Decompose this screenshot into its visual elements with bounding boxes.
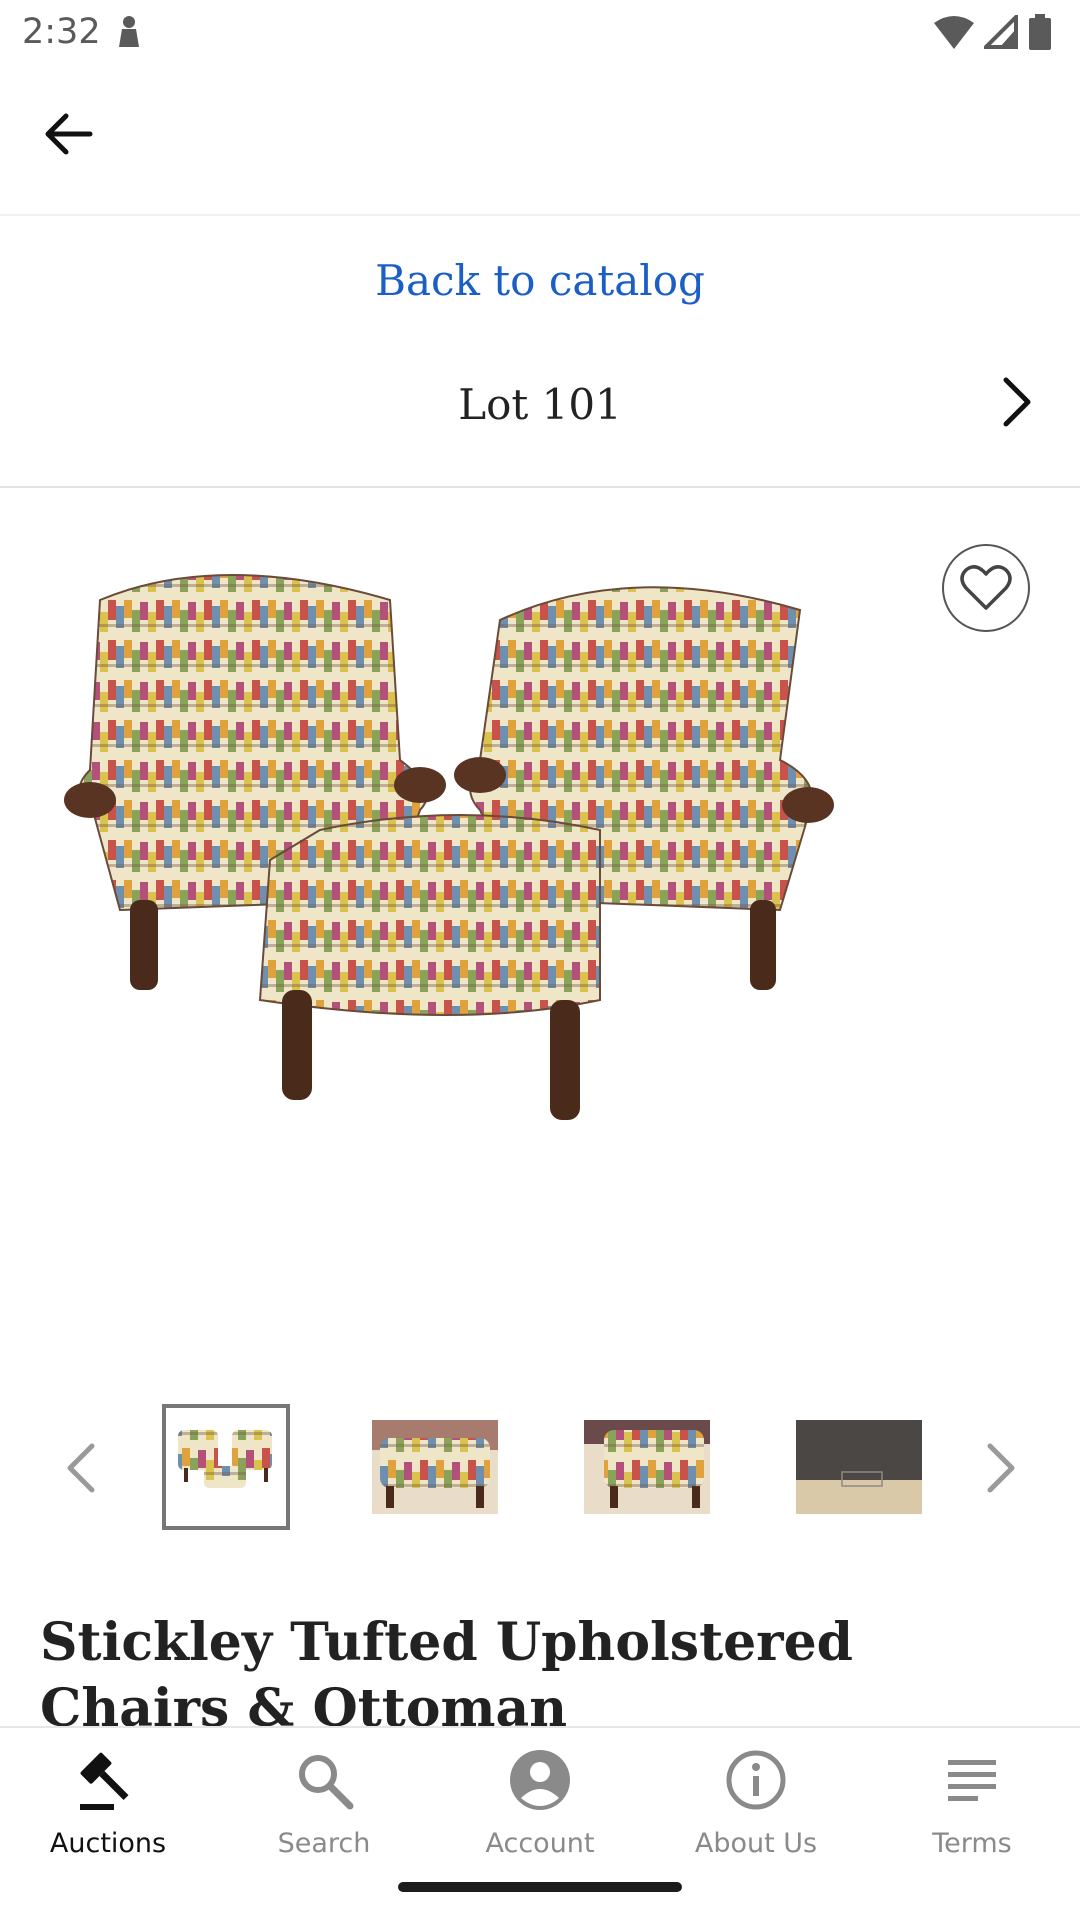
status-right <box>934 14 1052 50</box>
status-left: 2:32 <box>22 12 141 52</box>
info-icon <box>726 1750 786 1810</box>
lot-navigation: Lot 101 <box>0 372 1080 452</box>
status-time: 2:32 <box>22 12 101 52</box>
battery-icon <box>1029 14 1051 50</box>
lot-title: Lot 101 <box>458 380 622 429</box>
nav-account[interactable]: Account <box>432 1748 648 1878</box>
status-bar: 2:32 <box>0 0 1080 64</box>
search-icon <box>299 1755 354 1810</box>
app-bar <box>0 64 1080 214</box>
nav-terms-label: Terms <box>932 1828 1012 1859</box>
favorite-button[interactable] <box>942 544 1030 632</box>
thumbnail-4[interactable] <box>796 1420 922 1514</box>
nav-account-label: Account <box>485 1828 595 1859</box>
cell-signal-icon <box>984 15 1018 49</box>
ottoman <box>258 814 601 1120</box>
thumbnail-2-image <box>372 1420 498 1514</box>
nav-about-us[interactable]: About Us <box>648 1748 864 1878</box>
lot-main-image[interactable] <box>60 560 1020 1340</box>
nav-about-us-label: About Us <box>694 1828 818 1859</box>
nav-auctions[interactable]: Auctions <box>0 1748 216 1878</box>
nav-search-label: Search <box>277 1828 371 1859</box>
gavel-icon <box>80 1752 129 1810</box>
thumbnail-next-chevron-icon[interactable] <box>978 1442 1024 1494</box>
nav-terms[interactable]: Terms <box>864 1748 1080 1878</box>
wifi-icon <box>934 16 974 49</box>
lot-name: Stickley Tufted Upholstered Chairs & Ott… <box>40 1612 854 1739</box>
thumbnail-3[interactable] <box>584 1420 710 1514</box>
thumbnail-1-image <box>166 1408 286 1526</box>
back-arrow-icon[interactable] <box>38 104 98 164</box>
notification-icon <box>118 16 139 47</box>
terms-icon <box>948 1760 996 1801</box>
thumbnail-prev-chevron-icon[interactable] <box>58 1442 104 1494</box>
section-divider <box>0 486 1080 488</box>
next-lot-chevron-icon[interactable] <box>988 372 1048 432</box>
nav-auctions-label: Auctions <box>49 1828 167 1859</box>
thumbnail-2[interactable] <box>372 1420 498 1514</box>
home-indicator[interactable] <box>398 1882 682 1892</box>
heart-icon <box>960 565 1012 610</box>
bottom-navigation: Auctions Search Account About Us Terms <box>0 1726 1080 1922</box>
thumbnail-strip <box>0 1400 1080 1530</box>
back-to-catalog-link[interactable]: Back to catalog <box>0 256 1080 305</box>
account-icon <box>510 1750 570 1810</box>
header-divider <box>0 214 1080 216</box>
thumbnail-1[interactable] <box>162 1404 290 1530</box>
thumbnail-4-image <box>796 1420 922 1514</box>
thumbnail-3-image <box>584 1420 710 1514</box>
nav-search[interactable]: Search <box>216 1748 432 1878</box>
